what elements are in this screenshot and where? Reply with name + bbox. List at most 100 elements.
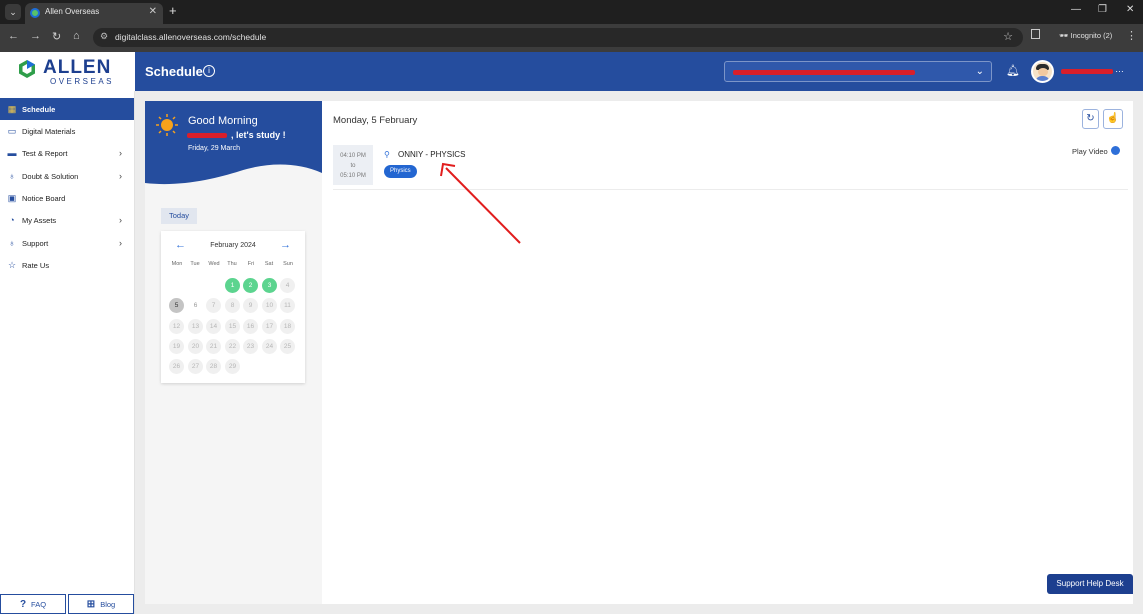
calendar-day[interactable]: 12 <box>169 319 184 334</box>
avatar-face <box>1038 68 1048 76</box>
calendar-day[interactable]: 8 <box>225 298 240 313</box>
calendar-day[interactable]: 26 <box>169 359 184 374</box>
calendar-day[interactable]: 17 <box>262 319 277 334</box>
calendar-day[interactable]: 24 <box>262 339 277 354</box>
refresh-button[interactable]: ↻ <box>1082 109 1099 129</box>
question-icon: ? <box>19 598 27 610</box>
calendar-day[interactable]: 29 <box>225 359 240 374</box>
calendar-day[interactable]: 1 <box>225 278 240 293</box>
brand-logo[interactable]: ALLEN OVERSEAS <box>0 52 135 91</box>
sidebar-item-label: Schedule <box>22 104 56 114</box>
support-icon: ♁ <box>8 238 16 248</box>
url-text[interactable]: digitalclass.allenoverseas.com/schedule <box>115 32 266 42</box>
sidebar-item-my-assets[interactable]: ◔ My Assets › <box>0 209 134 231</box>
left-panel: Good Morning , let's study ! Friday, 29 … <box>145 101 322 604</box>
close-icon[interactable]: ✕ <box>149 6 157 17</box>
session-to: to <box>350 163 356 169</box>
back-icon[interactable]: ← <box>8 30 19 42</box>
calendar-day-selected[interactable]: 5 <box>169 298 184 313</box>
redaction-mark <box>733 70 915 75</box>
tab-list-chevron-icon[interactable]: ⌄ <box>5 4 21 20</box>
weekday-label: Fri <box>247 261 255 267</box>
sidebar-item-digital-materials[interactable]: ▭ Digital Materials <box>0 120 134 142</box>
session-start: 04:10 PM <box>340 153 366 159</box>
window-close-icon[interactable]: ✕ <box>1126 4 1134 15</box>
calendar-day[interactable]: 23 <box>243 339 258 354</box>
reload-icon[interactable]: ↻ <box>52 30 61 43</box>
side-panel-icon[interactable] <box>1031 29 1040 39</box>
weekday-label: Wed <box>208 261 220 267</box>
minimize-icon[interactable]: — <box>1071 4 1081 15</box>
calendar-day[interactable]: 3 <box>262 278 277 293</box>
bookmark-star-icon[interactable]: ☆ <box>1003 30 1013 43</box>
calendar-day[interactable]: 6 <box>188 298 203 313</box>
avatar-body <box>1035 76 1050 81</box>
today-button[interactable]: Today <box>161 208 197 224</box>
weekday-label: Mon <box>171 261 183 267</box>
greeting-subtitle: , let's study ! <box>231 130 286 140</box>
sidebar-item-schedule[interactable]: ▦ Schedule <box>0 98 134 120</box>
calendar-day[interactable]: 13 <box>188 319 203 334</box>
weekday-label: Tue <box>190 261 200 267</box>
browser-tab[interactable]: Allen Overseas ✕ <box>25 3 163 24</box>
sidebar-item-notice-board[interactable]: ▣ Notice Board <box>0 187 134 209</box>
row-divider <box>333 189 1128 190</box>
site-info-icon[interactable]: ⚙ <box>100 31 108 42</box>
support-help-desk-button[interactable]: Support Help Desk <box>1047 574 1133 594</box>
grid-icon: ⊞ <box>86 598 96 610</box>
calendar-day[interactable]: 15 <box>225 319 240 334</box>
arrow-right-icon[interactable]: → <box>280 239 291 251</box>
calendar-day[interactable]: 2 <box>243 278 258 293</box>
calendar-day[interactable]: 22 <box>225 339 240 354</box>
weekday-label: Sat <box>264 261 274 267</box>
notification-bell-icon[interactable]: 🔔︎ <box>1006 64 1020 78</box>
calendar-day[interactable]: 25 <box>280 339 295 354</box>
user-name-redaction <box>1061 69 1113 74</box>
calendar-day[interactable]: 21 <box>206 339 221 354</box>
calendar-day[interactable]: 10 <box>262 298 277 313</box>
play-video-icon[interactable] <box>1111 146 1120 155</box>
subject-chip: Physics <box>384 165 417 178</box>
calendar-day[interactable]: 4 <box>280 278 295 293</box>
session-title[interactable]: ONNIY - PHYSICS <box>398 150 465 159</box>
faq-button[interactable]: ? FAQ <box>0 594 66 614</box>
touch-button[interactable]: ☝ <box>1103 109 1123 129</box>
page-title: Schedule <box>145 64 203 79</box>
user-menu-ellipsis[interactable]: … <box>1115 64 1124 74</box>
incognito-label: Incognito (2) <box>1070 31 1113 40</box>
sidebar-item-test-report[interactable]: ▬ Test & Report › <box>0 142 134 164</box>
calendar-day[interactable]: 27 <box>188 359 203 374</box>
home-icon[interactable]: ⌂ <box>73 30 80 42</box>
calendar-day[interactable]: 16 <box>243 319 258 334</box>
address-bar[interactable]: ⚙ digitalclass.allenoverseas.com/schedul… <box>93 28 1023 47</box>
allen-logo-icon <box>19 60 35 78</box>
forward-icon[interactable]: → <box>30 30 41 42</box>
calendar-day[interactable]: 9 <box>243 298 258 313</box>
calendar-day[interactable]: 19 <box>169 339 184 354</box>
sidebar-item-label: Notice Board <box>22 193 66 203</box>
new-tab-icon[interactable]: + <box>169 3 177 18</box>
calendar-day[interactable]: 11 <box>280 298 295 313</box>
browser-menu-icon[interactable]: ⋮ <box>1126 29 1137 42</box>
calendar-day[interactable]: 18 <box>280 319 295 334</box>
sidebar: ▦ Schedule ▭ Digital Materials ▬ Test & … <box>0 91 135 614</box>
course-select[interactable]: ⌄ <box>724 61 992 82</box>
chevron-right-icon: › <box>119 238 122 248</box>
bulb-icon: ♁ <box>8 171 16 181</box>
calendar-day[interactable]: 7 <box>206 298 221 313</box>
session-end: 05:10 PM <box>340 173 366 179</box>
sidebar-item-label: Rate Us <box>22 260 50 270</box>
restore-icon[interactable]: ❐ <box>1098 4 1107 15</box>
avatar[interactable] <box>1031 60 1054 83</box>
blog-button[interactable]: ⊞ Blog <box>68 594 134 614</box>
play-video-link[interactable]: Play Video <box>1072 147 1108 156</box>
sidebar-item-doubt-solution[interactable]: ♁ Doubt & Solution › <box>0 165 134 187</box>
sidebar-item-support[interactable]: ♁ Support › <box>0 232 134 254</box>
incognito-badge[interactable]: 🕶 Incognito (2) <box>1053 28 1118 44</box>
calendar-day[interactable]: 20 <box>188 339 203 354</box>
gauge-icon: ◔ <box>9 215 15 225</box>
calendar-day[interactable]: 28 <box>206 359 221 374</box>
sidebar-item-rate-us[interactable]: ☆ Rate Us <box>0 254 134 276</box>
calendar-day[interactable]: 14 <box>206 319 221 334</box>
info-icon[interactable]: i <box>203 65 215 77</box>
